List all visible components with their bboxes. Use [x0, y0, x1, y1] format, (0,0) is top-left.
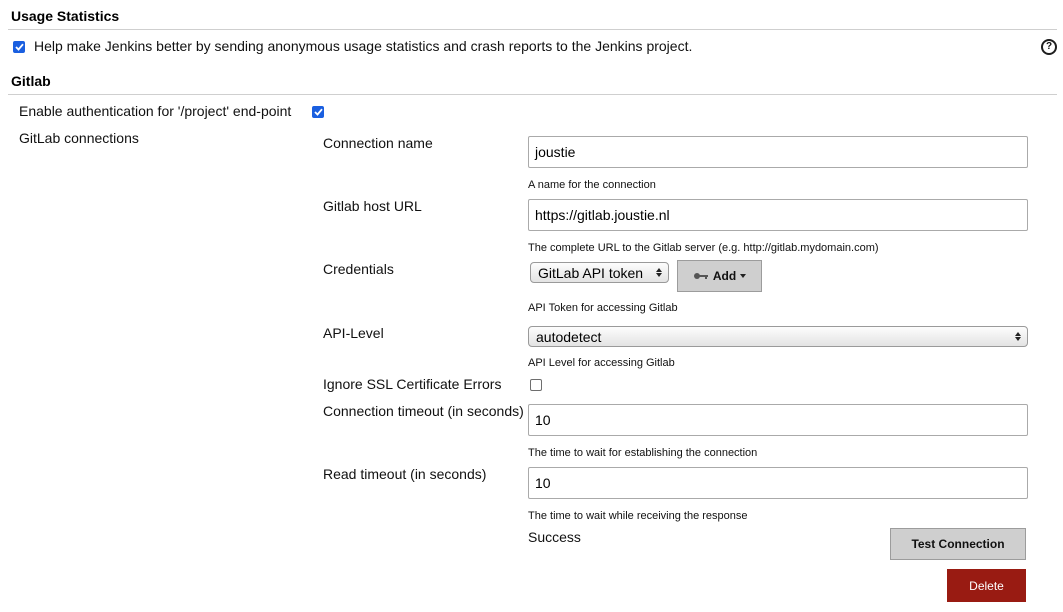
- enable-auth-checkbox[interactable]: [312, 106, 324, 118]
- connection-status-text: Success: [528, 529, 581, 545]
- caret-down-icon: [740, 274, 747, 278]
- connection-name-label: Connection name: [323, 135, 433, 151]
- credentials-select[interactable]: GitLab API token: [530, 262, 669, 283]
- usage-statistics-checkbox[interactable]: [13, 41, 25, 53]
- read-timeout-hint: The time to wait while receiving the res…: [528, 510, 748, 522]
- test-connection-button[interactable]: Test Connection: [890, 528, 1026, 560]
- connection-name-hint: A name for the connection: [528, 179, 656, 191]
- enable-auth-label: Enable authentication for '/project' end…: [19, 103, 292, 119]
- connection-name-input[interactable]: joustie: [528, 136, 1028, 168]
- usage-statistics-divider: [8, 29, 1057, 30]
- api-level-label: API-Level: [323, 325, 384, 341]
- delete-button[interactable]: Delete: [947, 569, 1026, 602]
- help-icon-glyph: ?: [1043, 41, 1055, 53]
- read-timeout-label: Read timeout (in seconds): [323, 466, 487, 482]
- help-icon[interactable]: ?: [1041, 39, 1057, 55]
- add-button-label: Add: [712, 269, 737, 283]
- select-arrows-icon: [656, 268, 662, 277]
- read-timeout-input[interactable]: 10: [528, 467, 1028, 499]
- api-level-select[interactable]: autodetect: [528, 326, 1028, 347]
- usage-statistics-label: Help make Jenkins better by sending anon…: [34, 38, 693, 54]
- checkmark-icon: [14, 43, 24, 51]
- credentials-selected-value: GitLab API token: [538, 264, 644, 281]
- select-arrows-icon: [1015, 332, 1021, 341]
- gitlab-host-url-hint: The complete URL to the Gitlab server (e…: [528, 242, 879, 254]
- credentials-label: Credentials: [323, 261, 394, 277]
- connection-timeout-label: Connection timeout (in seconds): [323, 403, 524, 419]
- add-credentials-button[interactable]: Add: [677, 260, 762, 292]
- connection-timeout-hint: The time to wait for establishing the co…: [528, 447, 758, 459]
- gitlab-divider: [8, 94, 1057, 95]
- gitlab-host-url-input[interactable]: https://gitlab.joustie.nl: [528, 199, 1028, 231]
- usage-statistics-heading: Usage Statistics: [11, 8, 120, 24]
- ignore-ssl-label: Ignore SSL Certificate Errors: [323, 376, 502, 392]
- ignore-ssl-checkbox[interactable]: [530, 379, 542, 391]
- connection-timeout-input[interactable]: 10: [528, 404, 1028, 436]
- checkmark-icon: [313, 108, 323, 116]
- api-level-selected-value: autodetect: [536, 328, 602, 345]
- api-level-hint: API Level for accessing Gitlab: [528, 357, 675, 369]
- gitlab-connections-label: GitLab connections: [19, 130, 139, 146]
- key-icon: [693, 273, 708, 279]
- gitlab-host-url-label: Gitlab host URL: [323, 198, 422, 214]
- gitlab-heading: Gitlab: [11, 73, 51, 89]
- credentials-hint: API Token for accessing Gitlab: [528, 302, 678, 314]
